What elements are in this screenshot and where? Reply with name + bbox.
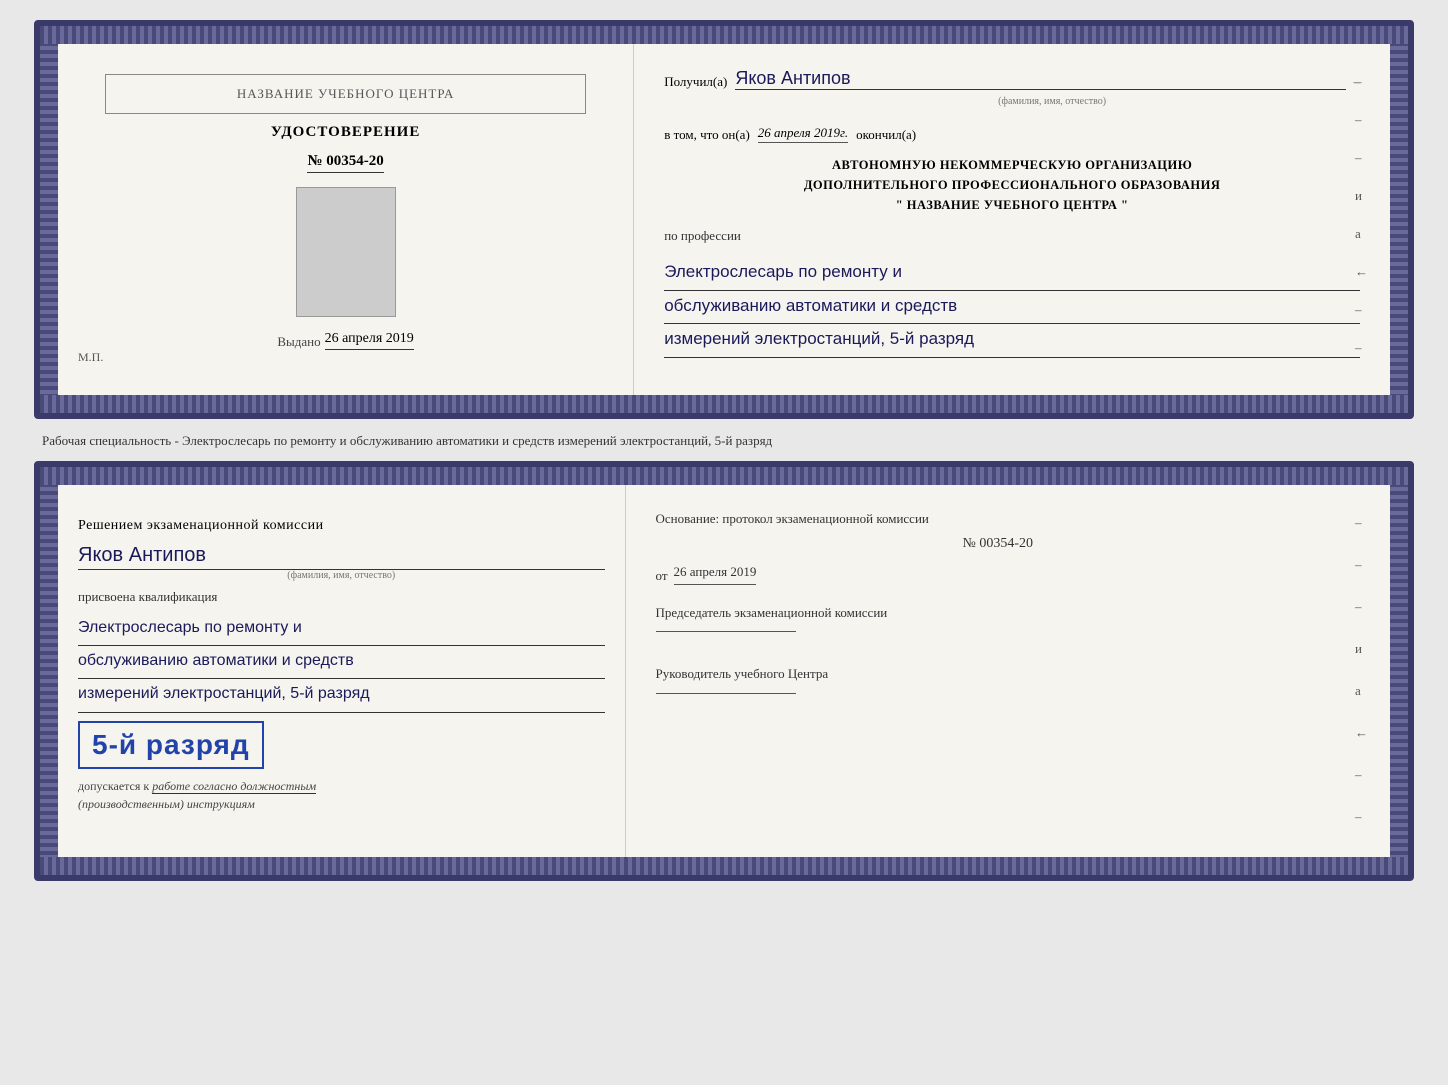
cert-number: № 00354-20 <box>307 153 383 173</box>
profession-text: Электрослесарь по ремонту и обслуживанию… <box>664 257 1360 358</box>
инструкции-text: (производственным) инструкциям <box>78 797 255 811</box>
between-label: Рабочая специальность - Электрослесарь п… <box>42 431 1414 451</box>
chairman-label: Председатель экзаменационной комиссии <box>656 603 1340 624</box>
qual-line3: измерений электростанций, 5-й разряд <box>78 679 605 712</box>
org-line1: АВТОНОМНУЮ НЕКОММЕРЧЕСКУЮ ОРГАНИЗАЦИЮ <box>664 155 1360 175</box>
director-block: Руководитель учебного Центра <box>656 664 1340 694</box>
school-name-text: НАЗВАНИЕ УЧЕБНОГО ЦЕНТРА <box>237 86 454 101</box>
qualification-text: Электрослесарь по ремонту и обслуживанию… <box>78 613 605 713</box>
org-line2: ДОПОЛНИТЕЛЬНОГО ПРОФЕССИОНАЛЬНОГО ОБРАЗО… <box>664 175 1360 195</box>
recipient-prefix: Получил(а) <box>664 74 727 90</box>
person-name: Яков Антипов <box>78 544 605 570</box>
document-container: НАЗВАНИЕ УЧЕБНОГО ЦЕНТРА УДОСТОВЕРЕНИЕ №… <box>34 20 1414 881</box>
protocol-section: Основание: протокол экзаменационной коми… <box>656 509 1340 587</box>
chairman-signature-line <box>656 631 796 632</box>
school-name-box: НАЗВАНИЕ УЧЕБНОГО ЦЕНТРА <box>105 74 587 114</box>
bottom-right-border <box>1390 467 1408 875</box>
chairman-block: Председатель экзаменационной комиссии <box>656 603 1340 633</box>
qual-line2: обслуживанию автоматики и средств <box>78 646 605 679</box>
bottom-right-panel: Основание: протокол экзаменационной коми… <box>626 485 1390 857</box>
protocol-date-prefix: от <box>656 566 668 587</box>
confirm-date: 26 апреля 2019г. <box>758 125 848 143</box>
recipient-name: Яков Антипов <box>735 68 850 88</box>
issued-label: Выдано <box>277 334 320 350</box>
photo-placeholder <box>296 187 396 317</box>
qual-line1: Электрослесарь по ремонту и <box>78 613 605 646</box>
profession-line3: измерений электростанций, 5-й разряд <box>664 324 1360 358</box>
bottom-right-dashes: – – – и а ← – – – – <box>1355 515 1368 881</box>
right-dashes: – – – и а ← – – <box>1355 74 1368 356</box>
допускается-text: работе согласно должностным <box>152 779 316 794</box>
допускается-prefix: допускается к <box>78 779 149 793</box>
top-right-panel: Получил(а) Яков Антипов – (фамилия, имя,… <box>634 44 1390 395</box>
confirm-suffix: окончил(а) <box>856 127 916 143</box>
cert-title: УДОСТОВЕРЕНИЕ <box>271 124 421 141</box>
top-document: НАЗВАНИЕ УЧЕБНОГО ЦЕНТРА УДОСТОВЕРЕНИЕ №… <box>34 20 1414 419</box>
director-signature-line <box>656 693 796 694</box>
stamp-text: М.П. <box>78 350 103 365</box>
director-label: Руководитель учебного Центра <box>656 664 1340 685</box>
допускается-line: допускается к работе согласно должностны… <box>78 777 605 813</box>
bottom-left-border <box>40 467 58 875</box>
recipient-sublabel: (фамилия, имя, отчество) <box>998 96 1106 107</box>
qualification-label: присвоена квалификация <box>78 589 605 605</box>
protocol-number: № 00354-20 <box>656 533 1340 555</box>
org-line3: " НАЗВАНИЕ УЧЕБНОГО ЦЕНТРА " <box>664 195 1360 215</box>
confirm-prefix: в том, что он(а) <box>664 127 750 143</box>
bottom-document: Решением экзаменационной комиссии Яков А… <box>34 461 1414 881</box>
left-border-pattern <box>40 26 58 413</box>
protocol-date: 26 апреля 2019 <box>674 562 757 585</box>
bottom-left-panel: Решением экзаменационной комиссии Яков А… <box>58 485 626 857</box>
person-sublabel: (фамилия, имя, отчество) <box>287 570 395 581</box>
issued-date: 26 апреля 2019 <box>325 331 414 350</box>
profession-line1: Электрослесарь по ремонту и <box>664 257 1360 291</box>
commission-heading: Решением экзаменационной комиссии <box>78 515 605 536</box>
rank-badge: 5-й разряд <box>78 721 264 769</box>
top-left-panel: НАЗВАНИЕ УЧЕБНОГО ЦЕНТРА УДОСТОВЕРЕНИЕ №… <box>58 44 634 395</box>
profession-label: по профессии <box>664 228 741 243</box>
right-border-pattern <box>1390 26 1408 413</box>
org-block: АВТОНОМНУЮ НЕКОММЕРЧЕСКУЮ ОРГАНИЗАЦИЮ ДО… <box>664 155 1360 215</box>
basis-label: Основание: протокол экзаменационной коми… <box>656 509 1340 530</box>
profession-line2: обслуживанию автоматики и средств <box>664 291 1360 325</box>
